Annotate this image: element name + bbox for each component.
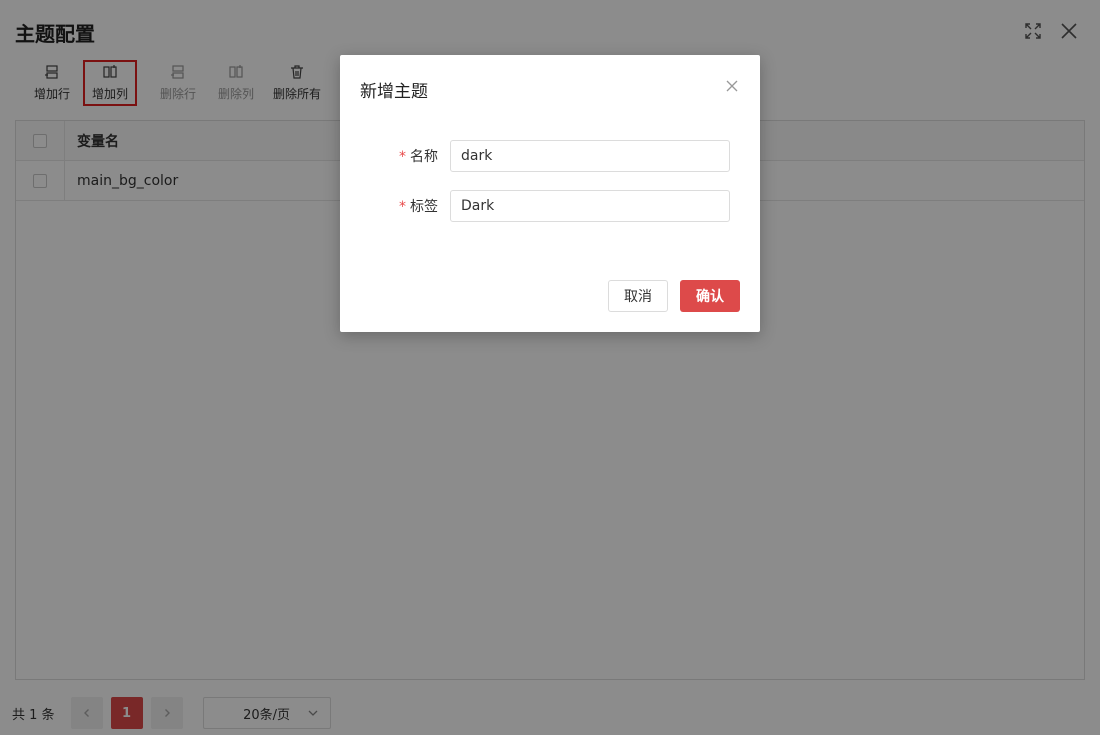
- cancel-button[interactable]: 取消: [608, 280, 668, 312]
- tag-form-row: * 标签: [340, 190, 760, 222]
- name-input[interactable]: [450, 140, 730, 172]
- dialog-title: 新增主题: [360, 82, 428, 102]
- name-form-row: * 名称: [340, 140, 760, 172]
- tag-input[interactable]: [450, 190, 730, 222]
- required-mark: *: [399, 149, 406, 165]
- name-label: 名称: [410, 149, 438, 165]
- tag-label: 标签: [410, 199, 438, 215]
- confirm-button[interactable]: 确认: [680, 280, 740, 312]
- dialog-close-icon[interactable]: [725, 78, 741, 94]
- required-mark: *: [399, 199, 406, 215]
